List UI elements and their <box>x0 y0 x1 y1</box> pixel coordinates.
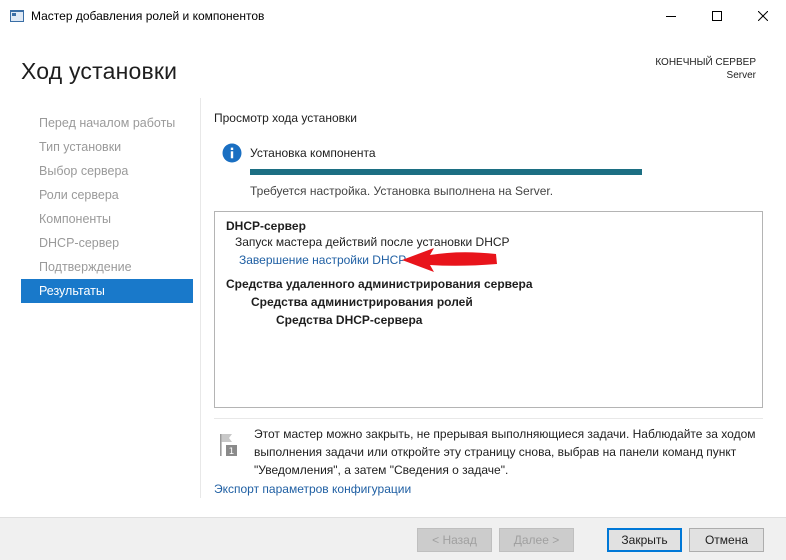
installation-progress-bar <box>250 169 642 175</box>
nav-step-server-roles: Роли сервера <box>39 188 119 202</box>
back-button[interactable]: < Назад <box>417 528 492 552</box>
wizard-note: Этот мастер можно закрыть, не прерывая в… <box>254 427 756 477</box>
minimize-button[interactable] <box>648 0 694 32</box>
maximize-icon <box>712 11 722 21</box>
export-config-link[interactable]: Экспорт параметров конфигурации <box>214 482 411 496</box>
results-list: DHCP-сервер Запуск мастера действий посл… <box>214 211 763 408</box>
nav-step-results[interactable]: Результаты <box>21 279 193 303</box>
complete-dhcp-config-link[interactable]: Завершение настройки DHCP <box>239 253 406 267</box>
minimize-icon <box>666 16 676 17</box>
page-title: Ход установки <box>21 58 178 84</box>
maximize-button[interactable] <box>694 0 740 32</box>
section-title: Просмотр хода установки <box>214 111 357 125</box>
destination-server-label: КОНЕЧНЫЙ СЕРВЕР <box>655 57 756 68</box>
status-message: Требуется настройка. Установка выполнена… <box>250 184 554 198</box>
close-icon <box>758 11 768 21</box>
info-icon <box>222 143 242 163</box>
notification-flag-icon: 1 <box>220 434 237 457</box>
nav-step-installation-type: Тип установки <box>39 140 122 154</box>
flag-badge-number: 1 <box>229 447 235 457</box>
next-button[interactable]: Далее > <box>499 528 574 552</box>
note-divider <box>214 418 763 419</box>
window-title: Мастер добавления ролей и компонентов <box>31 9 265 23</box>
nav-step-features: Компоненты <box>39 212 112 226</box>
nav-divider <box>200 98 201 498</box>
red-annotation-arrow-icon <box>402 248 497 272</box>
nav-step-dhcp-server: DHCP-сервер <box>39 236 120 250</box>
wizard-steps-nav: Перед началом работы Тип установки Выбор… <box>21 111 193 303</box>
nav-step-confirmation: Подтверждение <box>39 260 132 274</box>
close-button[interactable]: Закрыть <box>607 528 682 552</box>
result-item-role-admin-tools: Средства администрирования ролей <box>251 295 473 309</box>
result-group-dhcp-title: DHCP-сервер <box>226 219 306 233</box>
nav-step-before-you-begin: Перед началом работы <box>39 116 176 130</box>
result-item-dhcp-tools: Средства DHCP-сервера <box>276 313 423 327</box>
destination-server-value: Server <box>726 70 756 81</box>
result-group-rsat-title: Средства удаленного администрирования се… <box>226 277 533 291</box>
progress-fill <box>250 169 642 175</box>
cancel-button[interactable]: Отмена <box>689 528 764 552</box>
button-bar: < Назад Далее > Закрыть Отмена <box>0 517 786 560</box>
wizard-app-icon <box>10 10 24 22</box>
title-bar: Мастер добавления ролей и компонентов <box>0 0 786 32</box>
close-window-button[interactable] <box>740 0 786 32</box>
status-title: Установка компонента <box>250 146 376 160</box>
nav-step-server-selection: Выбор сервера <box>39 164 129 178</box>
